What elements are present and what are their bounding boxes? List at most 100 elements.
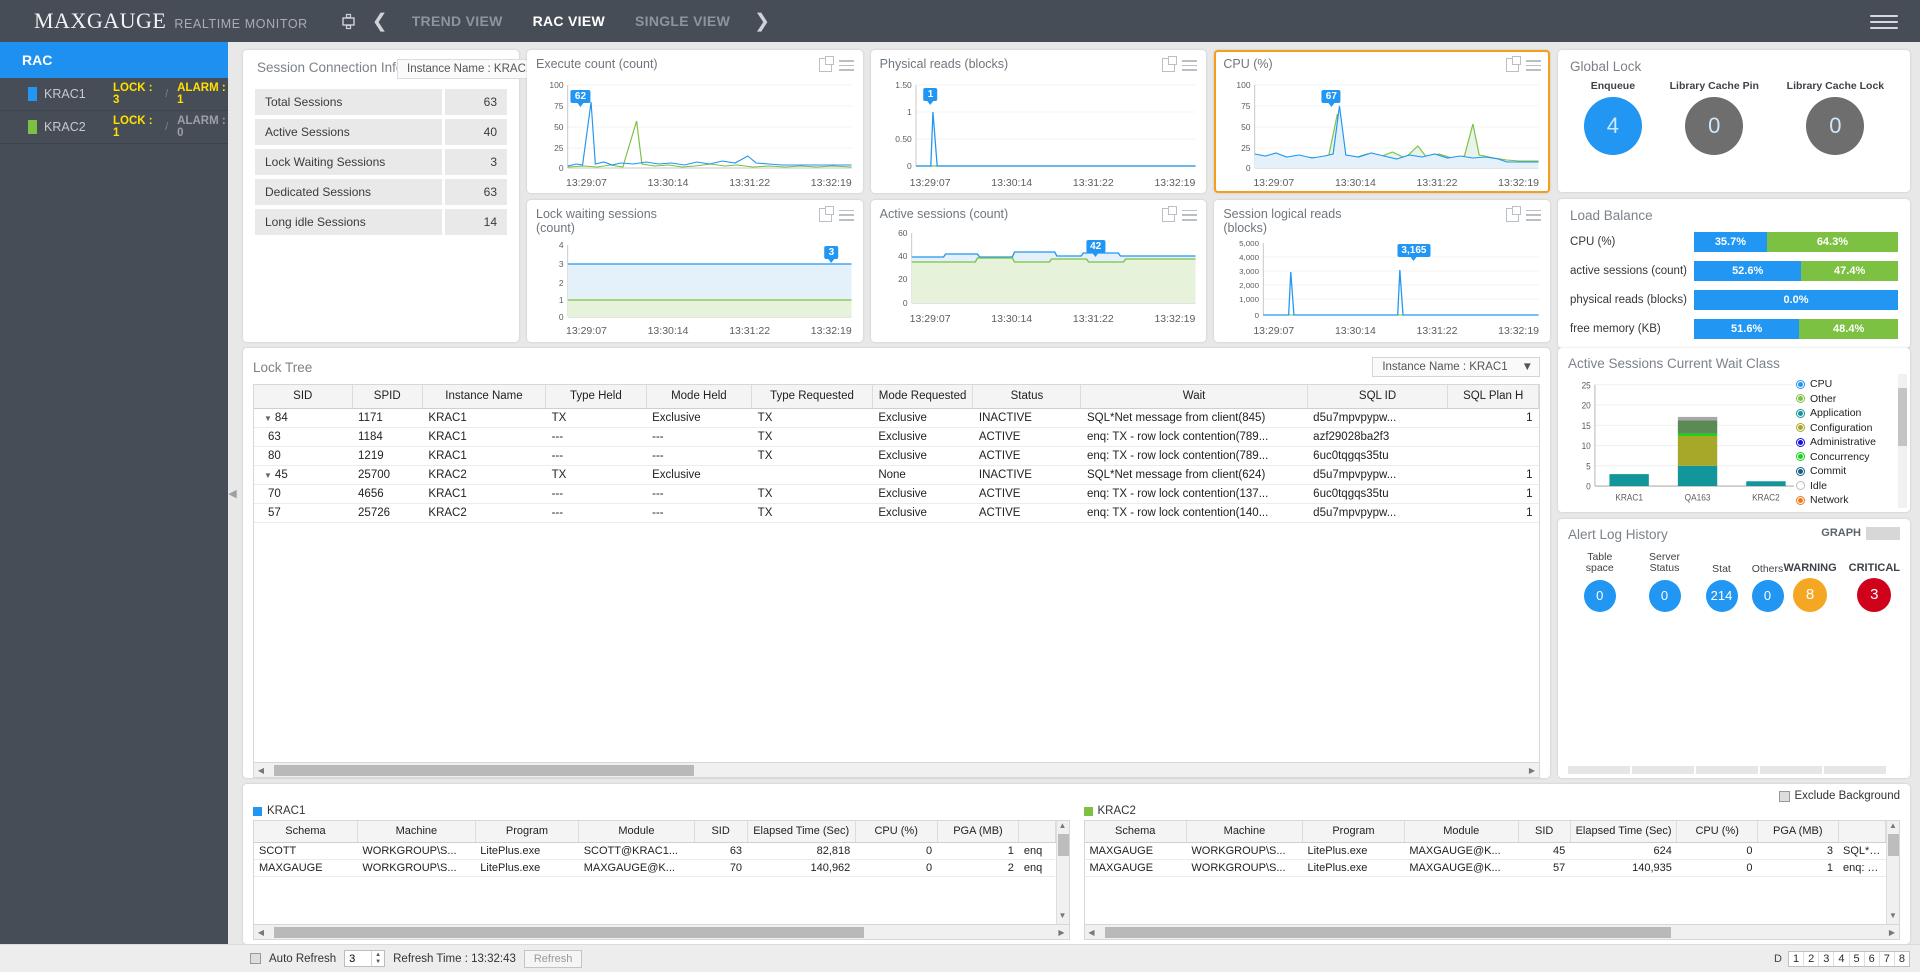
chart-menu-icon[interactable] <box>838 207 854 224</box>
scroll-thumb[interactable] <box>274 764 694 776</box>
chart-menu-icon[interactable] <box>1182 207 1198 224</box>
scroll-track[interactable] <box>1887 834 1899 911</box>
col-elapsed-time[interactable]: Elapsed Time (Sec) <box>1570 821 1678 843</box>
page-6[interactable]: 6 <box>1865 951 1880 966</box>
tab-trend-view[interactable]: TREND VIEW <box>398 13 517 29</box>
popout-icon[interactable] <box>1506 56 1522 73</box>
legend-item-configuration[interactable]: Configuration <box>1796 421 1900 436</box>
col-extra[interactable] <box>1838 821 1886 843</box>
horizontal-scrollbar-right[interactable]: ◀ ▶ <box>1084 924 1899 939</box>
chart-menu-icon[interactable] <box>1182 57 1198 74</box>
col-status[interactable]: Status <box>972 385 1082 410</box>
scroll-thumb[interactable] <box>1057 834 1069 856</box>
scroll-up-icon[interactable]: ▲ <box>1057 821 1069 834</box>
table-row[interactable]: MAXGAUGE WORKGROUP\S... LitePlus.exe MAX… <box>254 859 1055 877</box>
page-2[interactable]: 2 <box>1804 951 1820 966</box>
table-row[interactable]: MAXGAUGE WORKGROUP\S... LitePlus.exe MAX… <box>1084 842 1886 860</box>
scroll-thumb[interactable] <box>1104 926 1671 938</box>
expander-icon[interactable]: ▼ <box>264 471 272 480</box>
scroll-down-icon[interactable]: ▼ <box>1887 911 1899 924</box>
col-pga[interactable]: PGA (MB) <box>937 821 1020 843</box>
scroll-track[interactable] <box>268 764 1525 776</box>
auto-refresh-checkbox[interactable] <box>250 953 261 964</box>
graph-toggle-box[interactable] <box>1866 526 1900 540</box>
scroll-up-icon[interactable]: ▲ <box>1887 821 1899 834</box>
page-4[interactable]: 4 <box>1834 951 1850 966</box>
col-cpu[interactable]: CPU (%) <box>855 821 938 843</box>
legend-item-idle[interactable]: Idle <box>1796 479 1900 494</box>
legend-item-administrative[interactable]: Administrative <box>1796 435 1900 450</box>
popout-icon[interactable] <box>818 206 834 223</box>
instance-name-select[interactable]: Instance Name : KRAC1 ▼ <box>1372 357 1540 377</box>
chart-menu-icon[interactable] <box>838 57 854 74</box>
main-menu-icon[interactable] <box>1870 11 1898 33</box>
exclude-background-toggle[interactable]: Exclude Background <box>253 790 1900 802</box>
page-5[interactable]: 5 <box>1850 951 1865 966</box>
vertical-scrollbar-left[interactable]: ▲ ▼ <box>1055 821 1069 924</box>
col-machine[interactable]: Machine <box>357 821 476 843</box>
col-sid[interactable]: SID <box>1518 821 1571 843</box>
col-sid[interactable]: SID <box>254 385 353 410</box>
page-8[interactable]: 8 <box>1895 952 1909 966</box>
chart-menu-icon[interactable] <box>1526 57 1542 74</box>
col-wait[interactable]: Wait <box>1080 385 1308 410</box>
col-schema[interactable]: Schema <box>254 821 358 843</box>
scroll-track[interactable] <box>1057 834 1069 911</box>
auto-refresh-input[interactable] <box>345 951 372 966</box>
legend-item-other[interactable]: Other <box>1796 392 1900 407</box>
col-module[interactable]: Module <box>1404 821 1519 843</box>
col-mode-held[interactable]: Mode Held <box>646 385 753 410</box>
scroll-right-icon[interactable]: ▶ <box>1525 766 1539 775</box>
refresh-button[interactable]: Refresh <box>523 949 583 968</box>
legend-item-concurrency[interactable]: Concurrency <box>1796 450 1900 465</box>
graph-toggle[interactable]: GRAPH <box>1821 526 1900 540</box>
expander-icon[interactable]: ▼ <box>264 414 272 423</box>
legend-item-cpu[interactable]: CPU <box>1796 377 1900 392</box>
table-row[interactable]: 80 1219 KRAC1 --- --- TX Exclusive ACTIV… <box>254 446 1539 467</box>
col-machine[interactable]: Machine <box>1186 821 1304 843</box>
col-program[interactable]: Program <box>475 821 580 843</box>
scroll-left-icon[interactable]: ◀ <box>254 766 268 775</box>
page-1[interactable]: 1 <box>1789 951 1805 966</box>
legend-item-network[interactable]: Network <box>1796 493 1900 508</box>
scroll-track[interactable] <box>268 926 1055 938</box>
sidebar-item-krac2[interactable]: KRAC2 LOCK : 1 / ALARM : 0 <box>0 111 228 144</box>
scroll-left-icon[interactable]: ◀ <box>254 928 268 937</box>
tab-rac-view[interactable]: RAC VIEW <box>519 13 619 29</box>
chart-menu-icon[interactable] <box>1526 207 1542 224</box>
lock-tree-horizontal-scrollbar[interactable]: ◀ ▶ <box>254 762 1539 777</box>
col-spid[interactable]: SPID <box>352 385 423 410</box>
col-extra[interactable] <box>1018 821 1056 843</box>
scroll-thumb[interactable] <box>274 926 864 938</box>
col-cpu[interactable]: CPU (%) <box>1676 821 1758 843</box>
col-type-held[interactable]: Type Held <box>545 385 647 410</box>
layout-icon[interactable] <box>336 8 362 34</box>
scroll-right-icon[interactable]: ▶ <box>1055 928 1069 937</box>
table-row[interactable]: ▼ 45 25700 KRAC2 TX Exclusive None INACTI… <box>254 465 1539 486</box>
popout-icon[interactable] <box>1506 206 1522 223</box>
col-pga[interactable]: PGA (MB) <box>1757 821 1839 843</box>
stepper-down-icon[interactable]: ▼ <box>372 959 384 967</box>
popout-icon[interactable] <box>1162 206 1178 223</box>
table-row[interactable]: 70 4656 KRAC1 --- --- TX Exclusive ACTIV… <box>254 484 1539 505</box>
legend-item-commit[interactable]: Commit <box>1796 464 1900 479</box>
table-row[interactable]: 57 25726 KRAC2 --- --- TX Exclusive ACTI… <box>254 503 1539 524</box>
vertical-scrollbar-right[interactable]: ▲ ▼ <box>1886 821 1899 924</box>
col-elapsed-time[interactable]: Elapsed Time (Sec) <box>747 821 856 843</box>
col-schema[interactable]: Schema <box>1084 821 1187 843</box>
scroll-down-icon[interactable]: ▼ <box>1057 911 1069 924</box>
col-sid[interactable]: SID <box>694 821 748 843</box>
col-sql-plan-hash[interactable]: SQL Plan H <box>1447 385 1539 410</box>
chart-cpu[interactable]: CPU (%) 67 100 75 50 25 0 13:29:07 13:30… <box>1214 50 1551 193</box>
scroll-right-icon[interactable]: ▶ <box>1885 928 1899 937</box>
page-7[interactable]: 7 <box>1880 951 1895 966</box>
page-3[interactable]: 3 <box>1819 951 1835 966</box>
instance-name-chip[interactable]: Instance Name : KRAC1 <box>397 59 543 79</box>
col-module[interactable]: Module <box>578 821 695 843</box>
tab-single-view[interactable]: SINGLE VIEW <box>621 13 744 29</box>
stepper-up-icon[interactable]: ▲ <box>372 951 384 959</box>
next-view-arrow-icon[interactable]: ❯ <box>746 10 778 33</box>
sidebar-collapse-handle[interactable]: ◀ <box>228 42 237 944</box>
auto-refresh-stepper[interactable]: ▲ ▼ <box>344 950 386 967</box>
popout-icon[interactable] <box>818 56 834 73</box>
